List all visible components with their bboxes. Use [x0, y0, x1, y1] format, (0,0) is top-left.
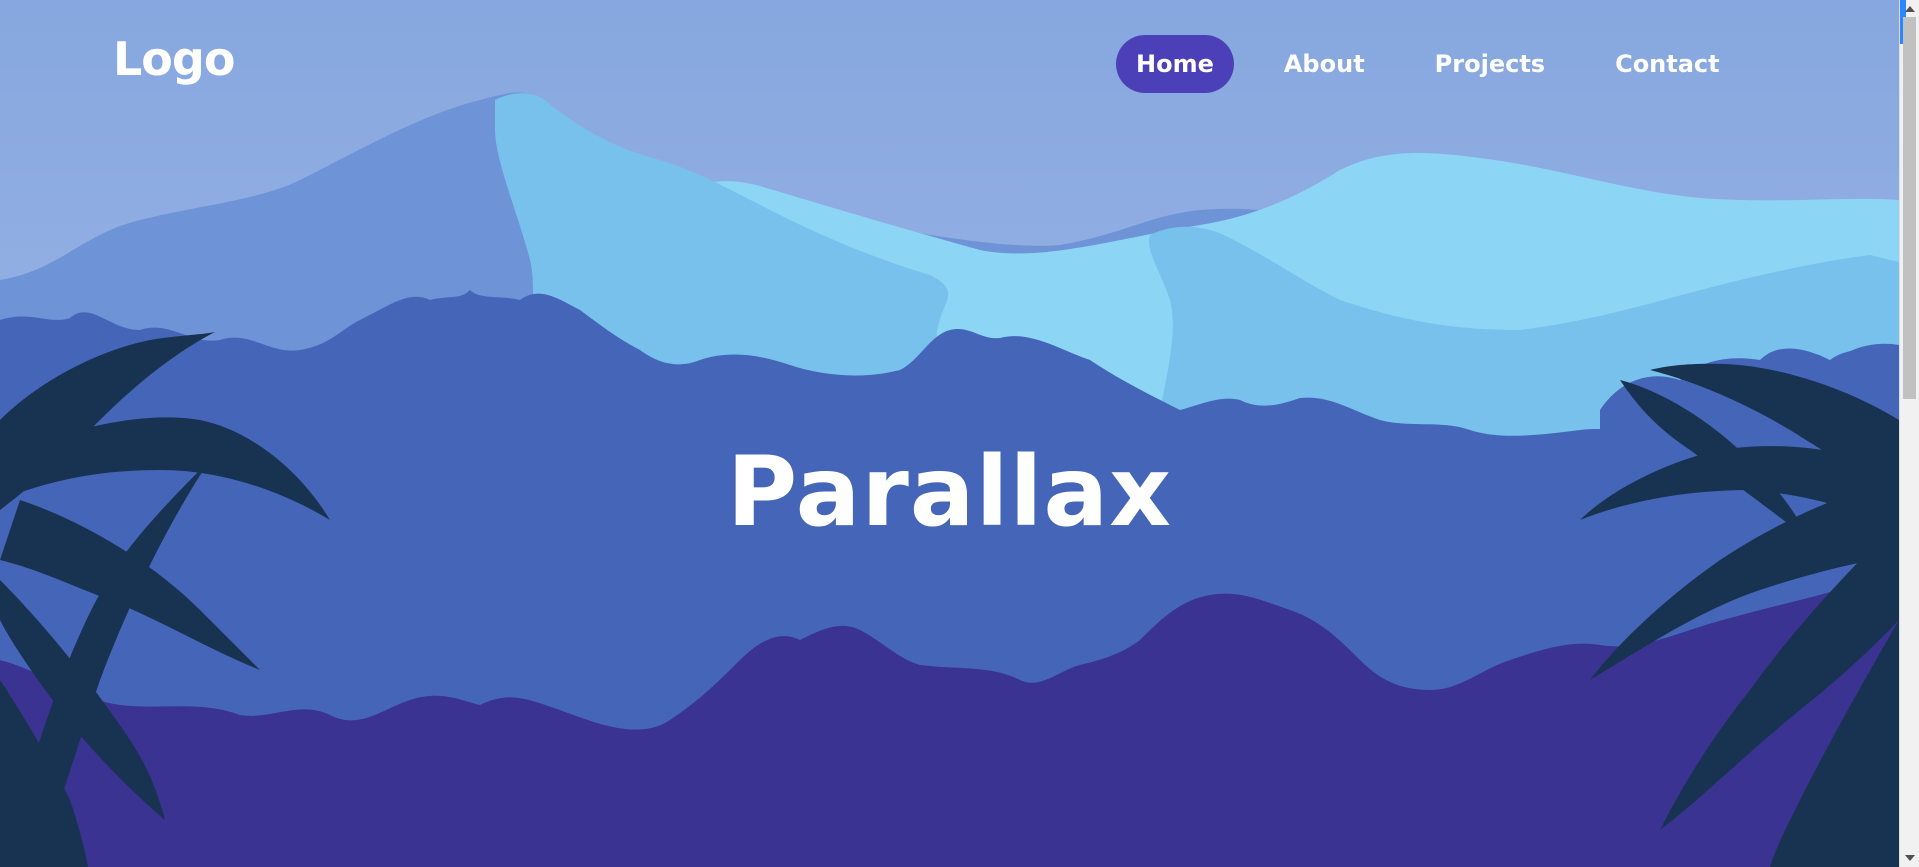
- hero-title: Parallax: [726, 436, 1173, 549]
- nav-home[interactable]: Home: [1116, 35, 1234, 93]
- main-nav: Home About Projects Contact: [1116, 35, 1770, 93]
- nav-projects[interactable]: Projects: [1415, 35, 1565, 93]
- logo[interactable]: Logo: [113, 32, 235, 86]
- viewport: Logo Home About Projects Contact Paralla…: [0, 0, 1899, 867]
- vertical-scrollbar[interactable]: [1899, 0, 1919, 867]
- nav-about[interactable]: About: [1264, 35, 1385, 93]
- parallax-scene: [0, 0, 1899, 867]
- scroll-down-arrow-icon[interactable]: [1905, 855, 1915, 861]
- scrollbar-thumb[interactable]: [1903, 17, 1916, 399]
- scroll-up-arrow-icon[interactable]: [1905, 6, 1915, 12]
- nav-contact[interactable]: Contact: [1595, 35, 1740, 93]
